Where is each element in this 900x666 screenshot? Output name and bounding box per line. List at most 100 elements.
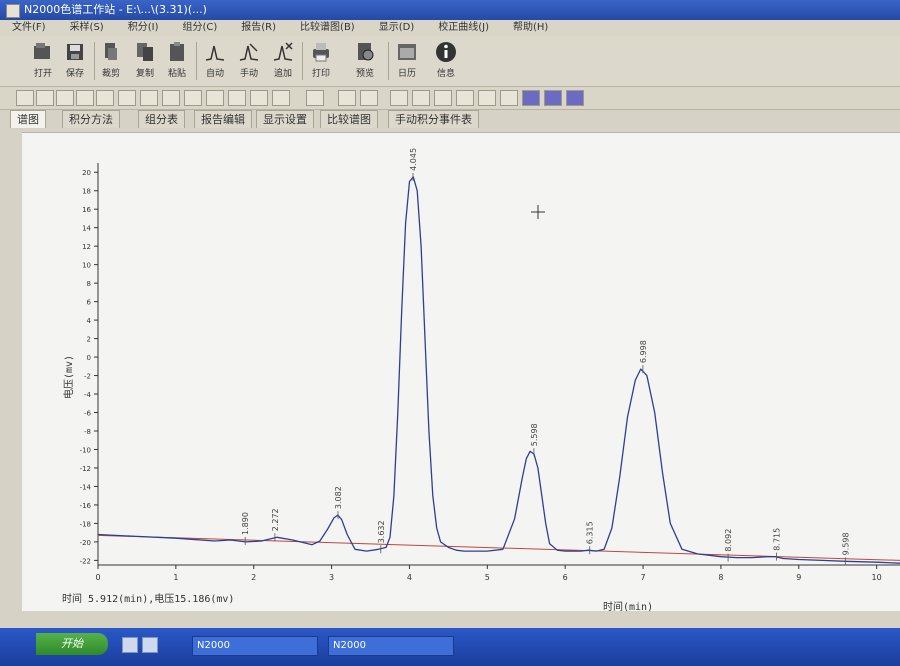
tool-button[interactable] — [456, 90, 474, 106]
menu-help[interactable]: 帮助(H) — [501, 20, 560, 36]
tool-button[interactable] — [500, 90, 518, 106]
tool-button[interactable] — [184, 90, 202, 106]
cut-icon — [105, 43, 117, 60]
quick-launch-icon[interactable] — [122, 637, 138, 653]
open-button[interactable]: 打开 — [28, 40, 58, 82]
chromatogram-chart[interactable]: 20181614121086420-2-4-6-8-10-12-14-16-18… — [22, 133, 900, 611]
append-label: 追加 — [273, 69, 292, 79]
menu-sample[interactable]: 采样(S) — [58, 20, 116, 36]
tab-strip: 谱图 积分方法 组分表 报告编辑 显示设置 比较谱图 手动积分事件表 — [10, 110, 890, 128]
y-axis-title: 电压(mv) — [62, 355, 75, 399]
tab-report-edit[interactable]: 报告编辑 — [194, 110, 252, 128]
zoom-button[interactable] — [306, 90, 324, 106]
calendar-button[interactable]: 日历 — [392, 40, 422, 82]
y-tick-label: 14 — [82, 225, 91, 233]
y-tick-label: -22 — [80, 557, 91, 565]
tool-button[interactable] — [36, 90, 54, 106]
tool-button[interactable] — [162, 90, 180, 106]
auto-integrate-button[interactable]: 自动 — [200, 40, 230, 82]
auto-integrate-icon — [205, 45, 225, 61]
screen: N2000色谱工作站 - E:\...\(3.31)(...) 文件(F) 采样(… — [0, 0, 900, 666]
start-button[interactable]: 开始 — [36, 633, 108, 655]
tool-button[interactable] — [360, 90, 378, 106]
preview-button[interactable]: 预览 — [350, 40, 380, 82]
toolbar-separator — [196, 42, 197, 80]
y-tick-label: 16 — [82, 206, 91, 214]
menu-component[interactable]: 组分(C) — [170, 20, 229, 36]
calendar-label: 日历 — [397, 69, 416, 79]
menu-display[interactable]: 显示(D) — [367, 20, 427, 36]
tool-button[interactable] — [228, 90, 246, 106]
peak-label: 3.082 — [334, 486, 343, 509]
save-icon — [67, 44, 83, 60]
print-button[interactable]: 打印 — [306, 40, 336, 82]
peak-label: 9.598 — [841, 532, 850, 555]
manual-integrate-button[interactable]: 手动 — [234, 40, 264, 82]
copy-label: 复制 — [135, 69, 154, 79]
tool-button[interactable] — [338, 90, 356, 106]
color-button[interactable] — [544, 90, 562, 106]
tool-button[interactable] — [16, 90, 34, 106]
tool-button[interactable] — [140, 90, 158, 106]
menu-report[interactable]: 报告(R) — [229, 20, 288, 36]
tool-button[interactable] — [76, 90, 94, 106]
color-button[interactable] — [566, 90, 584, 106]
paste-icon — [170, 42, 184, 61]
paste-button[interactable]: 粘贴 — [162, 40, 192, 82]
tool-button[interactable] — [118, 90, 136, 106]
copy-button[interactable]: 复制 — [130, 40, 160, 82]
menu-bar: 文件(F) 采样(S) 积分(I) 组分(C) 报告(R) 比较谱图(B) 显示(D) 校正曲… — [0, 20, 900, 36]
x-tick-label: 2 — [251, 573, 256, 582]
preview-label: 预览 — [355, 69, 374, 79]
cursor-readout: 时间 5.912(min),电压15.186(mv) — [62, 594, 235, 605]
tool-button[interactable] — [412, 90, 430, 106]
peak-labels-group: 1.890 2.272 3.082 3.632 4.045 5.598 6.315 6.998… — [241, 148, 850, 566]
info-label: 信息 — [436, 69, 455, 79]
save-button[interactable]: 保存 — [60, 40, 90, 82]
color-button[interactable] — [522, 90, 540, 106]
tab-compare-chromatograms[interactable]: 比较谱图 — [320, 110, 378, 128]
open-label: 打开 — [33, 69, 52, 79]
tool-button[interactable] — [56, 90, 74, 106]
x-tick-label: 1 — [173, 573, 178, 582]
tab-display-settings[interactable]: 显示设置 — [256, 110, 314, 128]
preview-icon — [358, 43, 374, 61]
info-button[interactable]: 信息 — [428, 40, 464, 82]
calendar-icon — [398, 44, 416, 60]
tool-button[interactable] — [272, 90, 290, 106]
tool-button[interactable] — [434, 90, 452, 106]
tab-component-table[interactable]: 组分表 — [138, 110, 185, 128]
peak-label: 3.632 — [377, 520, 386, 543]
auto-integrate-label: 自动 — [205, 69, 224, 79]
menu-file[interactable]: 文件(F) — [0, 20, 58, 36]
taskbar-item[interactable]: N2000 — [192, 636, 318, 656]
tool-button[interactable] — [96, 90, 114, 106]
chromatogram-panel[interactable]: 20 18 16 14 12 10 8 6 4 2 0 -2 -4 -6 -8 -10 -12 -14 -16 -18… — [22, 132, 900, 611]
info-icon — [436, 42, 456, 62]
main-toolbar: 打开 保存 裁剪 复制 粘贴 自动 手动 追加 打印 预览 日历 信息 — [0, 36, 900, 87]
toolbar-separator — [94, 42, 95, 80]
cut-button[interactable]: 裁剪 — [96, 40, 126, 82]
taskbar-item[interactable]: N2000 — [328, 636, 454, 656]
peak-label: 6.998 — [639, 340, 648, 363]
x-tick-label: 6 — [563, 573, 568, 582]
tab-manual-integration-events[interactable]: 手动积分事件表 — [388, 110, 479, 128]
print-icon — [313, 43, 329, 62]
menu-calibration[interactable]: 校正曲线(J) — [426, 20, 501, 36]
tab-integration-method[interactable]: 积分方法 — [62, 110, 120, 128]
tool-button[interactable] — [206, 90, 224, 106]
x-tick-label: 10 — [872, 573, 882, 582]
y-tick-label: 4 — [87, 317, 92, 325]
append-button[interactable]: 追加 — [268, 40, 298, 82]
quick-launch-icon[interactable] — [142, 637, 158, 653]
menu-compare[interactable]: 比较谱图(B) — [288, 20, 367, 36]
cut-label: 裁剪 — [101, 69, 120, 79]
tool-button[interactable] — [390, 90, 408, 106]
tool-button[interactable] — [478, 90, 496, 106]
toolbar-separator — [302, 42, 303, 80]
menu-integrate[interactable]: 积分(I) — [116, 20, 171, 36]
tool-button[interactable] — [250, 90, 268, 106]
print-label: 打印 — [311, 69, 330, 79]
y-tick-label: 2 — [87, 336, 91, 344]
tab-chromatogram[interactable]: 谱图 — [10, 110, 46, 128]
